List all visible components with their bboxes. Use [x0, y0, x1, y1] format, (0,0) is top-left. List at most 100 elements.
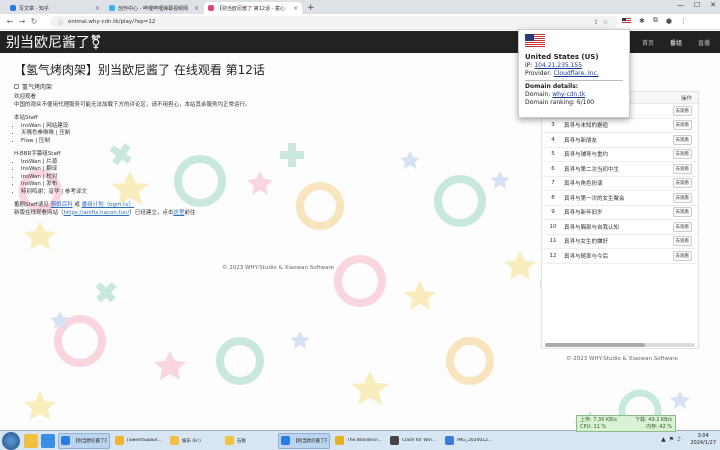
domain-label: Domain: [525, 91, 551, 98]
main-content: 【氢气烤肉架】别当欧尼酱了 在线观看 第12话 氢气烤肉架 欢迎观看 中国的观众… [14, 61, 534, 217]
us-flag-extension-icon[interactable] [622, 17, 631, 24]
taskbar-item[interactable]: [SweetSub&V... [113, 433, 165, 449]
episode-title: 真寻与随率与今后 [564, 253, 609, 260]
nav-home[interactable]: 首页 [642, 38, 654, 47]
watch-button[interactable]: 去观看 [672, 149, 692, 160]
ip-link[interactable]: 104.21.235.155 [534, 62, 582, 69]
taskbar-item-label: 石板 [237, 438, 246, 444]
taskbar-items: 【别当欧尼酱了在线观... [SweetSub&V... 娱乐 (H:) 石板 【别当欧… [58, 432, 498, 449]
here-link[interactable]: 这里 [173, 210, 184, 216]
address-bar[interactable]: ⓘ onimai.why-cdn.tk/play/?ep=12 ⇪☆ [50, 16, 618, 28]
start-button[interactable] [2, 431, 20, 450]
provider-link[interactable]: Cloudflare, Inc. [554, 70, 599, 77]
taskbar-item-label: IMG_2024012... [457, 438, 493, 443]
site-info-icon[interactable]: ⓘ [58, 19, 63, 26]
reload-button[interactable]: ↻ [28, 17, 40, 26]
credit-line: 番剧Staff请见 萌娘百科 或 番组计划（bgm.tv） [14, 202, 534, 210]
network-monitor-widget[interactable]: 上传: 7.30 KB/s 下载: 49.2 KB/s CPU: 11 % 内存: … [576, 415, 676, 432]
watch-button[interactable]: 去观看 [672, 207, 692, 218]
cpu-usage: CPU: 11 % [580, 424, 607, 430]
nav-anime[interactable]: 番组 [670, 38, 682, 47]
watch-button[interactable]: 去观看 [672, 134, 692, 145]
credit-prefix: 番剧Staff请见 [14, 202, 49, 208]
group-name: 氢气烤肉架 [22, 84, 53, 91]
provider-row: Provider: Cloudflare, Inc. [525, 70, 623, 78]
profile-avatar-icon[interactable]: ● [666, 17, 672, 25]
watch-button[interactable]: 去观看 [672, 105, 692, 116]
taskbar-item[interactable]: 石板 [223, 433, 275, 449]
taskbar-item[interactable]: IMG_2024012... [443, 433, 495, 449]
address-bar-actions-icon[interactable]: ⇪☆ [594, 19, 612, 26]
browser-quicklaunch-icon[interactable] [41, 433, 55, 448]
watch-button[interactable]: 去观看 [672, 178, 692, 189]
browser-tab-onimai[interactable]: 【别当欧尼酱了 第12话 - 童心 × [204, 2, 302, 14]
watch-button[interactable]: 去观看 [672, 163, 692, 174]
browser-tab-zhihu[interactable]: 写文章 - 知乎 × [6, 2, 104, 14]
watch-button[interactable]: 去观看 [672, 236, 692, 247]
bgm-link[interactable]: 番组计划（bgm.tv） [82, 202, 135, 208]
episode-row: 7 真寻与角色扮演 去观看 [542, 177, 698, 191]
tab-title: 写文章 - 知乎 [19, 5, 49, 12]
system-clock[interactable]: 3:04 2024/1/27 [690, 433, 716, 447]
group-line: 氢气烤肉架 [14, 82, 534, 91]
close-tab-icon[interactable]: × [194, 5, 199, 12]
country-name: United States (US) [525, 53, 599, 61]
taskbar-item-label: [SweetSub&V... [127, 438, 162, 443]
episode-row: 8 真寻与第一次的女生聚会 去观看 [542, 191, 698, 206]
extensions-puzzle-icon[interactable]: ⧉ [653, 16, 658, 25]
taskbar-item[interactable]: The.Wanderin... [333, 433, 385, 449]
browser-tab-bilibili[interactable]: 创作中心 - 哔哩哔哩弹幕视频网 × [105, 2, 203, 14]
forward-button[interactable]: → [16, 17, 28, 26]
maximize-icon[interactable]: ☐ [694, 1, 700, 9]
episode-row: 6 真寻与第二次当初中生 去观看 [542, 162, 698, 177]
episode-title: 真寻与未知的邂逅 [564, 123, 609, 130]
episode-title: 真寻与辅导与重约 [564, 152, 609, 159]
credit-mid: 或 [74, 202, 80, 208]
nav-live[interactable]: 直播 [698, 38, 710, 47]
group-staff-title: H-BBR字幕组Staff [14, 151, 61, 157]
divider [525, 80, 623, 81]
domain-details-title: Domain details: [525, 83, 579, 90]
close-tab-icon[interactable]: × [293, 5, 298, 12]
anifix-link[interactable]: https://anifix.hacon.fun/ [64, 210, 130, 216]
watch-button[interactable]: 去观看 [672, 120, 692, 131]
ip-info-popup: United States (US) IP: 104.21.235.155 Pr… [518, 29, 630, 118]
episode-number: 8 [551, 194, 555, 201]
episode-number: 6 [551, 165, 555, 172]
page-title: 【氢气烤肉架】别当欧尼酱了 在线观看 第12话 [14, 63, 265, 77]
minimize-icon[interactable]: — [677, 1, 684, 9]
horizontal-scrollbar[interactable] [545, 343, 695, 347]
ip-label: IP: [525, 62, 533, 69]
taskbar-item-label: 【别当欧尼酱了在线观... [293, 438, 327, 444]
taskbar-item[interactable]: 【别当欧尼酱了在线观... [278, 432, 330, 449]
close-window-icon[interactable]: ✕ [710, 1, 716, 9]
new-site-line: 新版在线观看网站（https://anifix.hacon.fun/）已经建立，… [14, 210, 534, 218]
site-logo[interactable]: 别当欧尼酱了⚧ [6, 32, 102, 52]
provider-label: Provider: [525, 70, 552, 77]
new-tab-button[interactable]: + [307, 2, 315, 14]
explorer-quicklaunch-icon[interactable] [24, 433, 38, 448]
episode-number: 4 [551, 136, 555, 143]
close-tab-icon[interactable]: × [95, 5, 100, 12]
watch-button[interactable]: 去观看 [672, 192, 692, 203]
watch-button[interactable]: 去观看 [672, 250, 692, 261]
list-item: InsWan | 片源 [21, 159, 534, 167]
extension-icon[interactable]: ✱ [639, 17, 645, 25]
taskbar-item[interactable]: 【别当欧尼酱了在线观... [58, 432, 110, 449]
episode-row: 9 真寻与新年旧岁 去观看 [542, 206, 698, 220]
moegirl-link[interactable]: 萌娘百科 [51, 202, 73, 208]
new-site-prefix: 新版在线观看网站（ [14, 209, 64, 216]
menu-kebab-icon[interactable]: ⋮ [680, 17, 687, 25]
watch-button[interactable]: 去观看 [672, 221, 692, 232]
system-tray-icons[interactable]: ▲⚑♪ [661, 436, 684, 443]
taskbar-item[interactable]: Clash for Win... [388, 433, 440, 449]
new-site-mid: ）已经建立，点击 [129, 209, 174, 216]
domain-link[interactable]: why-cdn.tk [552, 91, 585, 98]
taskbar-item[interactable]: 娱乐 (H:) [168, 433, 220, 449]
group-staff-list: InsWan | 片源 InsWan | 翻译 InsWan | 校对 InsW… [14, 159, 534, 197]
scrollbar-thumb[interactable] [545, 343, 645, 347]
intro-line-1: 欢迎观看 [14, 94, 37, 100]
clock-time: 3:04 [697, 433, 709, 439]
back-button[interactable]: ← [4, 17, 16, 26]
episode-row: 3 真寻与未知的邂逅 去观看 [542, 119, 698, 133]
